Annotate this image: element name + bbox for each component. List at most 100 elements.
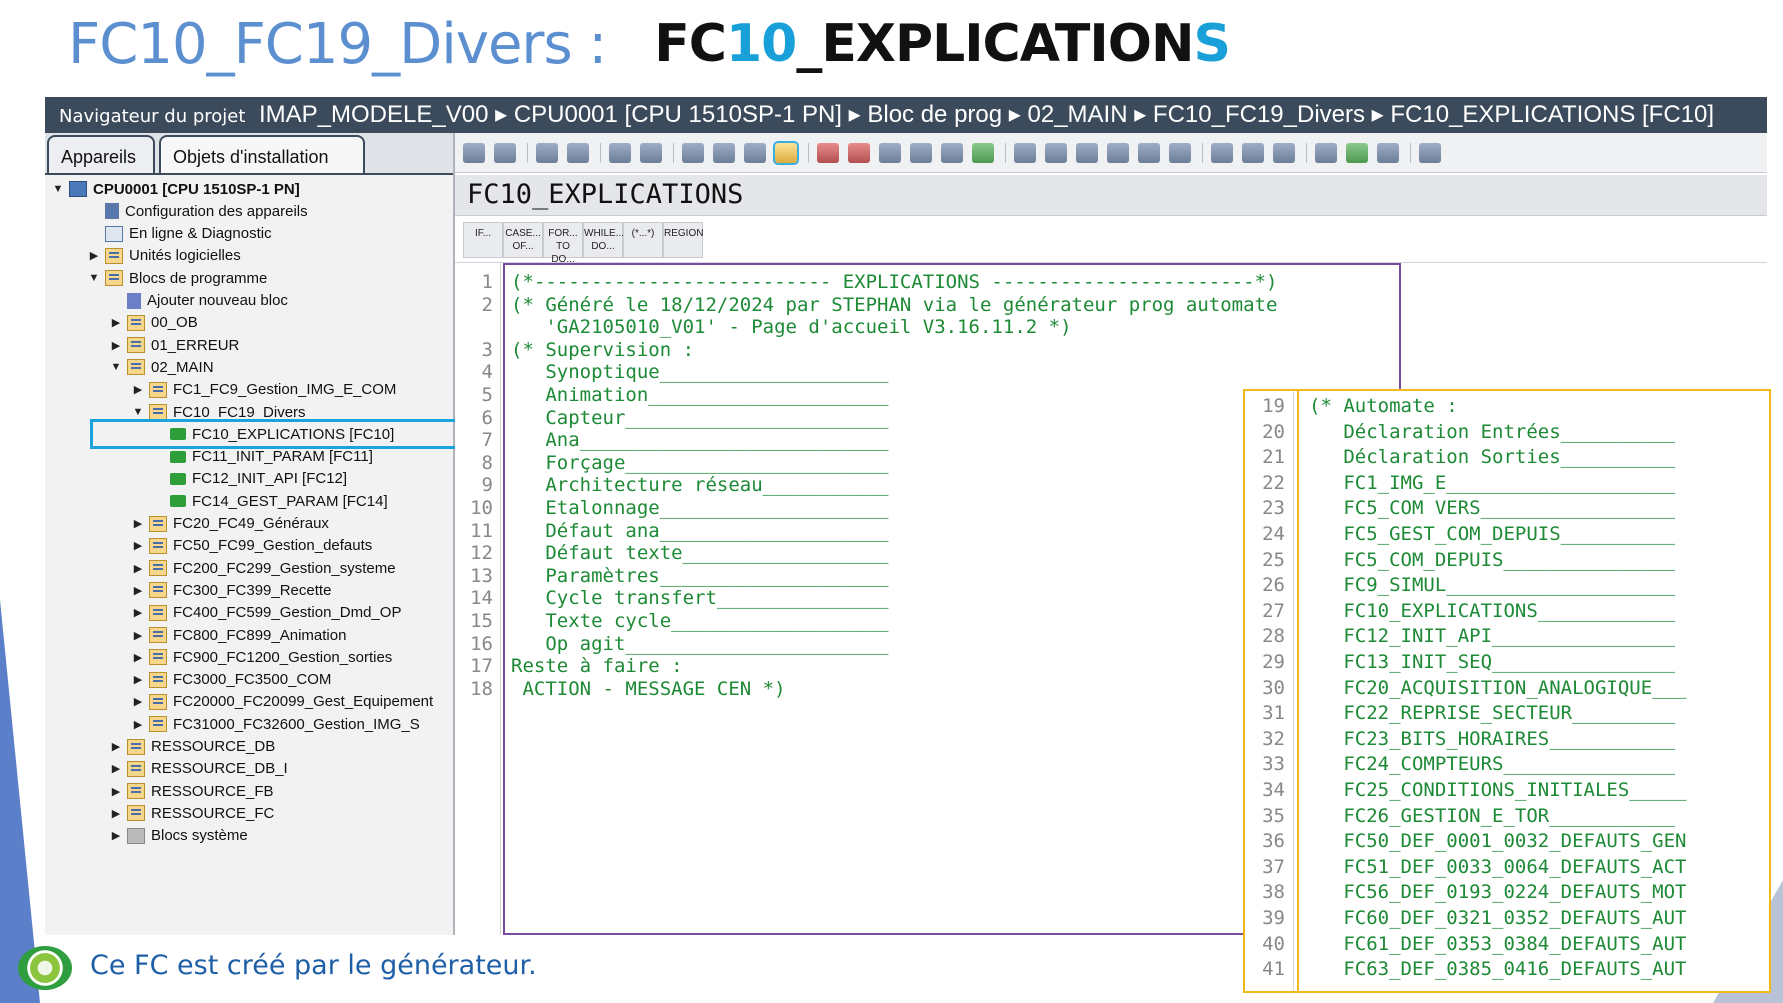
tree-item[interactable]: ▶ FC31000_FC32600_Gestion_IMG_S — [131, 712, 420, 736]
code-line[interactable]: Architecture réseau___________ — [511, 474, 888, 496]
collapsed-arrow-icon[interactable]: ▶ — [131, 673, 145, 686]
toolbar-button-icon[interactable] — [972, 142, 994, 163]
code-line[interactable]: FC63_DEF_0385_0416_DEFAUTS_AUT — [1309, 958, 1686, 980]
code-line[interactable]: Cycle transfert_______________ — [511, 587, 888, 609]
tab-objets-installation[interactable]: Objets d'installation — [159, 135, 365, 173]
code-line[interactable]: FC20_ACQUISITION_ANALOGIQUE___ — [1309, 677, 1686, 699]
tree-item[interactable]: Ajouter nouveau bloc — [109, 289, 288, 313]
collapsed-arrow-icon[interactable]: ▶ — [109, 829, 123, 842]
code-line[interactable]: FC5_GEST_COM_DEPUIS__________ — [1309, 523, 1675, 545]
code-line[interactable]: Déclaration Entrées__________ — [1309, 421, 1675, 443]
toolbar-button-icon[interactable] — [1107, 142, 1129, 163]
toolbar-button-icon[interactable] — [941, 142, 963, 163]
collapsed-arrow-icon[interactable]: ▶ — [131, 718, 145, 731]
collapsed-arrow-icon[interactable]: ▶ — [109, 807, 123, 820]
toolbar-button-icon[interactable] — [1377, 142, 1399, 163]
code-line[interactable]: Paramètres____________________ — [511, 565, 888, 587]
toolbar-button-icon[interactable] — [1045, 142, 1067, 163]
toolbar-button-icon[interactable] — [463, 142, 485, 163]
collapsed-arrow-icon[interactable]: ▶ — [131, 606, 145, 619]
expanded-arrow-icon[interactable]: ▼ — [131, 406, 145, 418]
tree-item[interactable]: ▶ RESSOURCE_FB — [109, 779, 274, 803]
collapsed-arrow-icon[interactable]: ▶ — [87, 249, 101, 262]
collapsed-arrow-icon[interactable]: ▶ — [131, 651, 145, 664]
collapsed-arrow-icon[interactable]: ▶ — [109, 316, 123, 329]
collapsed-arrow-icon[interactable]: ▶ — [109, 339, 123, 352]
collapsed-arrow-icon[interactable]: ▶ — [131, 383, 145, 396]
tree-item[interactable]: ▶ FC1_FC9_Gestion_IMG_E_COM — [131, 378, 397, 402]
tree-item[interactable]: ▶ FC800_FC899_Animation — [131, 623, 347, 647]
tree-item[interactable]: ▶ FC20_FC49_Généraux — [131, 512, 329, 536]
code-line[interactable]: FC25_CONDITIONS_INITIALES_____ — [1309, 779, 1686, 801]
code-line[interactable]: FC5_COM_DEPUIS_______________ — [1309, 549, 1675, 571]
toolbar-button-icon[interactable] — [1242, 142, 1264, 163]
tree-item[interactable]: ▼ FC10_FC19_Divers — [131, 400, 306, 424]
code-line[interactable]: Défaut texte__________________ — [511, 542, 888, 564]
toolbar-button-icon[interactable] — [713, 142, 735, 163]
toolbar-button-icon[interactable] — [1211, 142, 1233, 163]
code-line[interactable]: (*-------------------------- EXPLICATION… — [511, 271, 1277, 293]
expanded-arrow-icon[interactable]: ▼ — [109, 361, 123, 373]
snippet-button[interactable]: WHILE... DO... — [583, 222, 624, 258]
code-line[interactable]: FC1_IMG_E____________________ — [1309, 472, 1675, 494]
collapsed-arrow-icon[interactable]: ▶ — [109, 740, 123, 753]
expanded-arrow-icon[interactable]: ▼ — [87, 272, 101, 284]
tree-item[interactable]: ▶ Unités logicielles — [87, 244, 241, 268]
snippet-button[interactable]: IF... — [463, 222, 503, 258]
code-line[interactable]: FC5_COM VERS_________________ — [1309, 497, 1675, 519]
collapsed-arrow-icon[interactable]: ▶ — [131, 562, 145, 575]
code-line[interactable]: Déclaration Sorties__________ — [1309, 446, 1675, 468]
code-line[interactable]: Texte cycle___________________ — [511, 610, 888, 632]
toolbar-button-icon[interactable] — [1315, 142, 1337, 163]
expanded-arrow-icon[interactable]: ▼ — [51, 183, 65, 195]
tree-item[interactable]: ▶ 00_OB — [109, 311, 198, 335]
toolbar-button-icon[interactable] — [879, 142, 901, 163]
collapsed-arrow-icon[interactable]: ▶ — [131, 517, 145, 530]
toolbar-button-icon[interactable] — [773, 140, 799, 165]
code-line[interactable]: (* Automate : — [1309, 395, 1458, 417]
tree-item[interactable]: FC11_INIT_PARAM [FC11] — [151, 445, 373, 469]
tree-item[interactable]: ▶ FC300_FC399_Recette — [131, 578, 332, 602]
tree-item[interactable]: FC12_INIT_API [FC12] — [151, 467, 347, 491]
snippet-button[interactable]: FOR... TO DO... — [543, 222, 583, 265]
tree-item[interactable]: ▶ FC50_FC99_Gestion_defauts — [131, 534, 373, 558]
toolbar-button-icon[interactable] — [1273, 142, 1295, 163]
code-line[interactable]: 'GA2105010_V01' - Page d'accueil V3.16.1… — [511, 316, 1071, 338]
code-line[interactable]: Reste à faire : — [511, 655, 683, 677]
snippet-button[interactable]: CASE... OF... — [503, 222, 543, 258]
tree-item[interactable]: ▶ FC3000_FC3500_COM — [131, 668, 332, 692]
tree-item[interactable]: Configuration des appareils — [87, 199, 308, 223]
code-line[interactable]: FC26_GESTION_E_TOR___________ — [1309, 805, 1675, 827]
tree-item[interactable]: ▶ FC20000_FC20099_Gest_Equipement — [131, 690, 433, 714]
tree-item[interactable]: FC14_GEST_PARAM [FC14] — [151, 489, 388, 513]
tree-item[interactable]: ▶ RESSOURCE_DB_I — [109, 757, 288, 781]
toolbar-button-icon[interactable] — [1169, 142, 1191, 163]
snippet-button[interactable]: REGION — [663, 222, 703, 258]
toolbar-button-icon[interactable] — [640, 142, 662, 163]
snippet-button[interactable]: (*...*) — [623, 222, 663, 258]
toolbar-button-icon[interactable] — [567, 142, 589, 163]
tab-appareils[interactable]: Appareils — [47, 135, 155, 173]
tree-item[interactable]: ▼ Blocs de programme — [87, 266, 268, 290]
toolbar-button-icon[interactable] — [1346, 142, 1368, 163]
code-line[interactable]: FC12_INIT_API________________ — [1309, 625, 1675, 647]
code-line[interactable]: FC9_SIMUL____________________ — [1309, 574, 1675, 596]
toolbar-button-icon[interactable] — [744, 142, 766, 163]
tree-item[interactable]: ▶ FC400_FC599_Gestion_Dmd_OP — [131, 601, 402, 625]
code-line[interactable]: Animation_____________________ — [511, 384, 888, 406]
tree-item[interactable]: ▶ FC200_FC299_Gestion_systeme — [131, 556, 396, 580]
code-line[interactable]: Etalonnage____________________ — [511, 497, 888, 519]
collapsed-arrow-icon[interactable]: ▶ — [109, 762, 123, 775]
collapsed-arrow-icon[interactable]: ▶ — [131, 584, 145, 597]
code-line[interactable]: FC23_BITS_HORAIRES___________ — [1309, 728, 1675, 750]
code-line[interactable]: FC61_DEF_0353_0384_DEFAUTS_AUT — [1309, 933, 1686, 955]
tree-item[interactable]: ▶ Blocs système — [109, 824, 248, 848]
toolbar-button-icon[interactable] — [494, 142, 516, 163]
toolbar-button-icon[interactable] — [536, 142, 558, 163]
code-line[interactable]: Forçage_______________________ — [511, 452, 888, 474]
toolbar-button-icon[interactable] — [1076, 142, 1098, 163]
toolbar-button-icon[interactable] — [609, 142, 631, 163]
code-line[interactable]: ACTION - MESSAGE CEN *) — [511, 678, 785, 700]
code-line[interactable]: FC13_INIT_SEQ________________ — [1309, 651, 1675, 673]
tree-item[interactable]: ▶ FC900_FC1200_Gestion_sorties — [131, 645, 393, 669]
